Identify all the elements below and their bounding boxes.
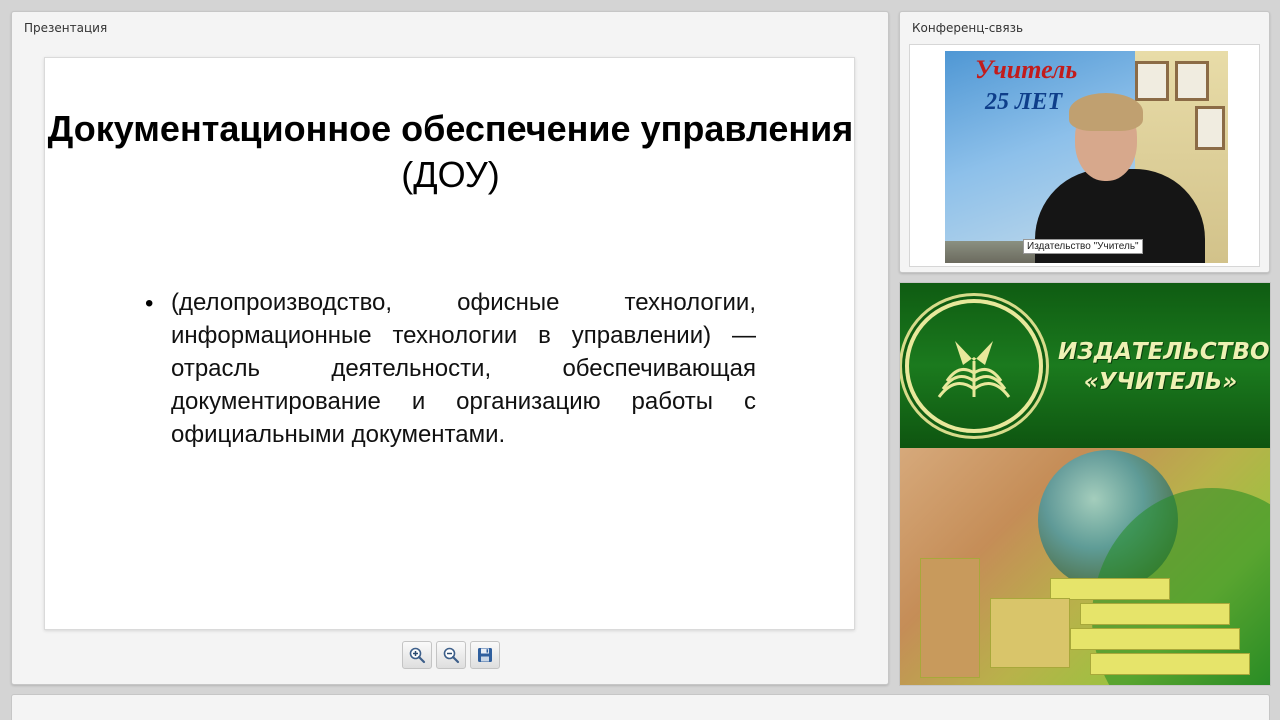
book	[1090, 653, 1250, 675]
conference-panel: Конференц-связь Учитель 25 ЛЕТ Издательс…	[899, 11, 1270, 273]
slide-body-text: (делопроизводство, офисные технологии, и…	[171, 289, 756, 448]
video-area: Учитель 25 ЛЕТ Издательство "Учитель"	[909, 44, 1260, 267]
save-button[interactable]	[470, 641, 500, 669]
slide-title: Документационное обеспечение управления …	[45, 106, 856, 198]
brand-name-line1: ИЗДАТЕЛЬСТВО	[1058, 339, 1270, 365]
zoom-out-button[interactable]	[436, 641, 466, 669]
book	[1070, 628, 1240, 650]
presentation-panel: Презентация Документационное обеспечение…	[11, 11, 889, 685]
book	[990, 598, 1070, 668]
brand-name-line2: «УЧИТЕЛЬ»	[1083, 369, 1238, 395]
presentation-slide: Документационное обеспечение управления …	[44, 57, 855, 630]
book-logo-icon	[937, 341, 1011, 398]
conference-panel-title: Конференц-связь	[912, 21, 1024, 35]
video-feed[interactable]: Учитель 25 ЛЕТ Издательство "Учитель"	[945, 51, 1228, 263]
wall-frame	[1135, 61, 1169, 101]
book	[1080, 603, 1230, 625]
publisher-logo	[905, 299, 1043, 433]
brand-name: ИЗДАТЕЛЬСТВО «УЧИТЕЛЬ»	[1058, 337, 1270, 397]
wall-frame	[1195, 106, 1225, 150]
publisher-brand-banner: ИЗДАТЕЛЬСТВО «УЧИТЕЛЬ»	[899, 282, 1271, 686]
zoom-out-icon	[443, 647, 460, 664]
bottom-panel	[11, 694, 1270, 720]
banner-brand-text: Учитель	[975, 55, 1078, 84]
speaker-hair	[1069, 93, 1143, 131]
slide-bullet: •	[145, 290, 154, 317]
slide-title-abbr: (ДОУ)	[401, 154, 500, 195]
video-caption: Издательство "Учитель"	[1023, 239, 1143, 254]
zoom-in-icon	[409, 647, 426, 664]
slide-title-bold: Документационное обеспечение управления	[47, 108, 854, 149]
books-illustration	[900, 448, 1270, 685]
zoom-in-button[interactable]	[402, 641, 432, 669]
book	[1050, 578, 1170, 600]
brand-header: ИЗДАТЕЛЬСТВО «УЧИТЕЛЬ»	[900, 283, 1270, 448]
book-stack	[920, 558, 980, 678]
save-icon	[478, 648, 492, 662]
presentation-toolbar	[402, 641, 500, 669]
presentation-panel-title: Презентация	[24, 21, 108, 35]
wall-frame	[1175, 61, 1209, 101]
banner-years-text: 25 ЛЕТ	[985, 89, 1063, 115]
